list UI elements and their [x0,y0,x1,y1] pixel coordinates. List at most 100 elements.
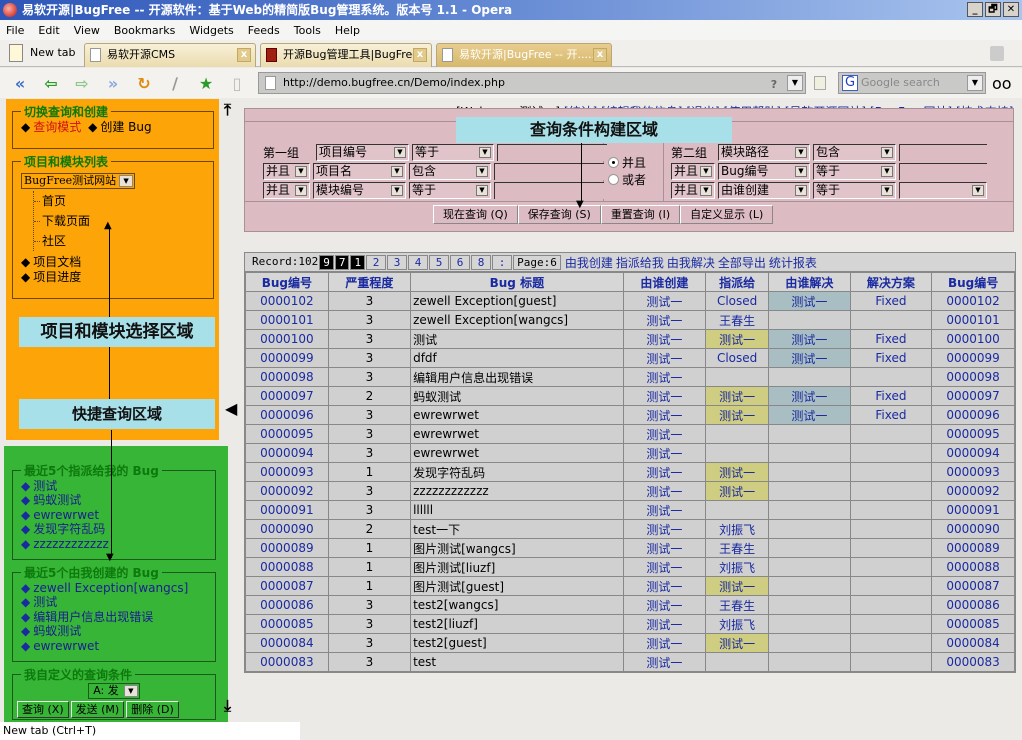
close-tab-icon[interactable]: x [593,48,607,62]
bug-id-link-2[interactable]: 0000098 [931,367,1015,387]
page-link[interactable]: 1 [350,254,366,270]
collapse-panel-icon[interactable]: ◀ [225,399,237,418]
page-icon[interactable]: ▯ [226,72,248,94]
menu-bookmarks[interactable]: Bookmarks [114,24,175,37]
bug-title-cell[interactable]: test [410,652,624,672]
bug-id-link-2[interactable]: 0000088 [931,557,1015,577]
custom-query-send-button[interactable]: 发送 (M) [70,701,125,718]
bug-id-link[interactable]: 0000092 [245,481,329,501]
bug-id-link[interactable]: 0000094 [245,443,329,463]
bug-id-link[interactable]: 0000083 [245,652,329,672]
col-header-resolution[interactable]: 解决方案 [849,272,933,292]
bug-id-link-2[interactable]: 0000085 [931,614,1015,634]
bug-title-cell[interactable]: 图片测试[guest] [410,576,624,596]
menu-help[interactable]: Help [335,24,360,37]
filter-resolved-by-me[interactable]: 由我解决 [667,254,715,271]
group1-field-2[interactable]: 项目名 ▼ [313,163,406,180]
bug-title-cell[interactable]: 测试 [410,329,624,349]
bug-id-link-2[interactable]: 0000087 [931,576,1015,596]
table-row[interactable]: 0000088 1 图片测试[liuzf] 测试一 刘振飞 0000088 [245,557,1015,577]
col-header-title[interactable]: Bug 标题 [410,272,624,292]
forward-icon[interactable]: ⇨ [71,72,93,94]
tab-cms[interactable]: 易软开源CMS x [84,43,256,67]
table-row[interactable]: 0000097 2 蚂蚁测试 测试一 测试一 测试一 Fixed 0000097 [245,386,1015,406]
bug-id-link-2[interactable]: 0000089 [931,538,1015,558]
bug-id-link-2[interactable]: 0000101 [931,310,1015,330]
menu-view[interactable]: View [74,24,100,37]
module-item[interactable]: 社区 [34,231,205,251]
custom-query-select[interactable]: A: 发 ▼ [88,683,140,699]
bug-title-cell[interactable]: test2[wangcs] [410,595,624,615]
table-row[interactable]: 0000090 2 test一下 测试一 刘振飞 0000090 [245,519,1015,539]
scroll-bottom-icon[interactable]: ⤓ [224,696,231,716]
bug-id-link[interactable]: 0000101 [245,310,329,330]
bug-title-cell[interactable]: dfdf [410,348,624,368]
bug-id-link[interactable]: 0000088 [245,557,329,577]
group2-op-1[interactable]: 包含 ▼ [813,144,896,161]
bug-id-link-2[interactable]: 0000097 [931,386,1015,406]
table-row[interactable]: 0000100 3 测试 测试一 测试一 测试一 Fixed 0000100 [245,329,1015,349]
group2-op-2[interactable]: 等于 ▼ [813,163,896,180]
bug-id-link-2[interactable]: 0000100 [931,329,1015,349]
group2-field-1[interactable]: 模块路径 ▼ [718,144,810,161]
table-row[interactable]: 0000101 3 zewell Exception[wangcs] 测试一 王春生 00… [245,310,1015,330]
close-tab-icon[interactable]: x [237,48,251,62]
bug-title-cell[interactable]: 编辑用户信息出现错误 [410,367,624,387]
rewind-icon[interactable]: « [9,72,31,94]
bug-id-link-2[interactable]: 0000094 [931,443,1015,463]
page-link[interactable]: 3 [387,254,408,270]
assigned-bug-link[interactable]: 蚂蚁测试 [33,493,81,507]
table-row[interactable]: 0000084 3 test2[guest] 测试一 测试一 0000084 [245,633,1015,653]
save-query-button[interactable]: 保存查询 (S) [517,205,601,224]
created-bug-link[interactable]: 编辑用户信息出现错误 [33,610,153,624]
bug-id-link[interactable]: 0000100 [245,329,329,349]
reset-query-button[interactable]: 重置查询 (I) [600,205,681,224]
project-select[interactable]: BugFree测试网站 ▼ [21,173,136,189]
table-row[interactable]: 0000094 3 ewrewrwet 测试一 0000094 [245,443,1015,463]
zoom-glasses-icon[interactable]: oo [992,74,1012,93]
address-dropdown-icon[interactable]: ▼ [787,75,803,91]
trash-icon[interactable] [990,46,1004,61]
bug-id-link-2[interactable]: 0000090 [931,519,1015,539]
menu-edit[interactable]: Edit [38,24,59,37]
close-window-button[interactable]: ✕ [1003,2,1019,17]
group1-field-1[interactable]: 项目编号 ▼ [316,144,409,161]
col-header-bug-id[interactable]: Bug编号 [245,272,329,292]
tab-bugfree-active[interactable]: 易软开源|BugFree -- 开...... x [436,43,612,67]
table-row[interactable]: 0000092 3 zzzzzzzzzzzz 测试一 测试一 0000092 [245,481,1015,501]
created-bug-link[interactable]: 测试 [33,595,57,609]
col-header-severity[interactable]: 严重程度 [327,272,412,292]
menu-tools[interactable]: Tools [294,24,321,37]
custom-query-run-button[interactable]: 查询 (X) [17,701,69,718]
minimize-button[interactable]: _ [967,2,983,17]
bug-title-cell[interactable]: ewrewrwet [410,405,624,425]
new-tab-button[interactable]: New tab [6,42,76,64]
search-dropdown-icon[interactable]: ▼ [967,75,983,91]
page-link[interactable]: 7 [334,254,350,270]
export-all-link[interactable]: 全部导出 [718,254,766,271]
scroll-top-icon[interactable]: ⤒ [224,100,231,120]
bug-title-cell[interactable]: llllll [410,500,624,520]
bug-id-link-2[interactable]: 0000095 [931,424,1015,444]
bug-id-link-2[interactable]: 0000083 [931,652,1015,672]
bug-title-cell[interactable]: zewell Exception[guest] [410,291,624,311]
group1-op-1[interactable]: 等于 ▼ [412,144,494,161]
page-link[interactable]: 9 [319,254,334,270]
bug-title-cell[interactable]: test一下 [410,519,624,539]
page-link[interactable]: 2 [366,254,387,270]
table-row[interactable]: 0000102 3 zewell Exception[guest] 测试一 Closed… [245,291,1015,311]
bug-id-link[interactable]: 0000095 [245,424,329,444]
bug-id-link[interactable]: 0000093 [245,462,329,482]
group2-value-3-select[interactable]: ▼ [899,182,987,199]
bug-id-link[interactable]: 0000096 [245,405,329,425]
table-row[interactable]: 0000086 3 test2[wangcs] 测试一 王春生 0000086 [245,595,1015,615]
bug-id-link-2[interactable]: 0000084 [931,633,1015,653]
group1-op-3[interactable]: 等于 ▼ [409,182,491,199]
menu-widgets[interactable]: Widgets [189,24,233,37]
table-row[interactable]: 0000085 3 test2[liuzf] 测试一 刘振飞 0000085 [245,614,1015,634]
custom-query-delete-button[interactable]: 删除 (D) [126,701,179,718]
assigned-bug-link[interactable]: 发现字符乱码 [33,522,105,536]
bug-title-cell[interactable]: 图片测试[liuzf] [410,557,624,577]
created-bug-link[interactable]: zewell Exception[wangcs] [33,581,188,595]
assigned-bug-link[interactable]: 测试 [33,479,57,493]
